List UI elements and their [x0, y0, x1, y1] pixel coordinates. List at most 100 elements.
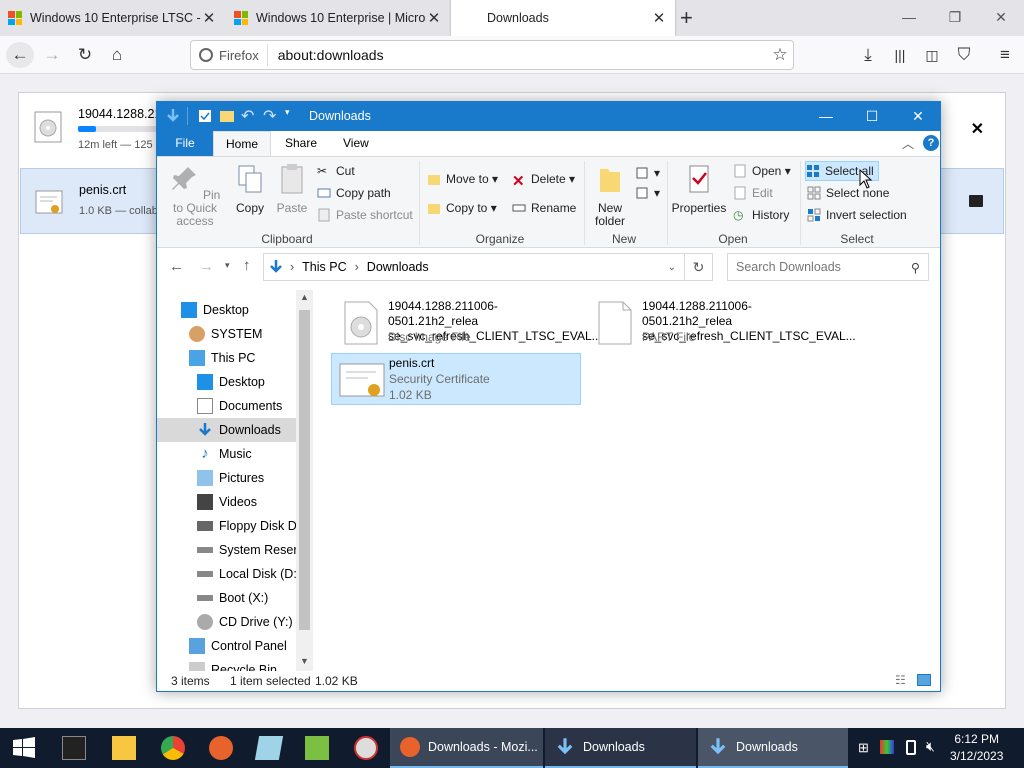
display-icon[interactable] [880, 740, 894, 754]
back-button[interactable]: ← [6, 42, 34, 68]
tab-home[interactable]: Home [213, 131, 272, 156]
file-item[interactable]: 19044.1288.211006-0501.21h2_relea se_svc_… [585, 297, 856, 349]
easy-access-button[interactable]: ▾ [635, 183, 660, 203]
task-explorer-downloads-1[interactable]: Downloads [545, 728, 696, 768]
file-item[interactable]: penis.crt Security Certificate 1.02 KB [331, 353, 581, 405]
open-button[interactable]: Open ▾ [733, 161, 791, 181]
file-item[interactable]: 19044.1288.211006-0501.21h2_relea se_svc_… [331, 297, 602, 349]
close-button[interactable]: ✕ [978, 0, 1024, 36]
paste-shortcut-button[interactable]: Paste shortcut [317, 205, 413, 225]
tree-item-control-panel[interactable]: Control Panel [189, 634, 287, 658]
tree-item-music[interactable]: ♪ Music [197, 442, 251, 466]
redo-icon[interactable]: ↷ [263, 106, 279, 125]
copy-button[interactable]: Copy [233, 163, 267, 215]
new-item-button[interactable]: ▾ [635, 163, 660, 183]
tree-item-system[interactable]: SYSTEM [189, 322, 262, 346]
task-explorer-downloads-2[interactable]: Downloads [698, 728, 848, 768]
tree-item-floppy[interactable]: Floppy Disk Dri [197, 514, 304, 538]
tree-item-this-pc[interactable]: This PC [189, 346, 255, 370]
invert-selection-button[interactable]: Invert selection [807, 205, 907, 225]
reload-button[interactable]: ↻ [71, 42, 99, 68]
new-folder-button[interactable]: New folder [589, 163, 631, 228]
delete-button[interactable]: ✕ Delete ▾ [512, 169, 575, 190]
close-tab-icon[interactable]: ✕ [651, 9, 667, 27]
history-button[interactable]: ◷ History [733, 205, 789, 225]
identity-box[interactable]: Firefox [191, 44, 268, 66]
tree-item-system-reserved[interactable]: System Reserve [197, 538, 311, 562]
battery-icon[interactable] [906, 740, 916, 755]
restore-button[interactable]: ❐ [932, 0, 978, 36]
new-folder-qa-icon[interactable] [219, 108, 235, 124]
tree-item-videos[interactable]: Videos [197, 490, 257, 514]
start-windows-icon[interactable] [12, 736, 36, 760]
help-icon[interactable]: ? [923, 135, 939, 151]
recent-locations-icon[interactable]: ▾ [225, 260, 230, 271]
close-tab-icon[interactable]: ✕ [201, 9, 217, 27]
copy-path-button[interactable]: Copy path [317, 183, 391, 203]
scroll-thumb[interactable] [299, 310, 310, 630]
url-text[interactable]: about:downloads [278, 47, 767, 63]
move-to-button[interactable]: Move to ▾ [427, 169, 498, 189]
scroll-up-icon[interactable]: ▲ [300, 292, 309, 302]
breadcrumb-downloads[interactable]: Downloads [367, 260, 429, 274]
tab-view[interactable]: View [331, 131, 381, 156]
tab-share[interactable]: Share [273, 131, 329, 156]
select-none-button[interactable]: Select none [807, 183, 889, 203]
properties-qa-icon[interactable] [197, 108, 213, 124]
undo-icon[interactable]: ↶ [241, 106, 257, 125]
tree-scrollbar[interactable]: ▲ ▼ [296, 290, 313, 671]
notepad-icon[interactable] [254, 736, 284, 760]
breadcrumb-this-pc[interactable]: This PC [302, 260, 346, 274]
tab-file[interactable]: File [157, 131, 213, 156]
menu-icon[interactable]: ≡ [991, 42, 1019, 68]
rename-button[interactable]: Rename [512, 198, 576, 218]
tree-item-local-disk-d[interactable]: Local Disk (D:) [197, 562, 301, 586]
task-firefox-downloads[interactable]: Downloads - Mozi... [390, 728, 543, 768]
forward-button[interactable]: → [38, 42, 66, 68]
tree-item-downloads[interactable]: Downloads [157, 418, 296, 442]
file-explorer-icon[interactable] [112, 736, 136, 760]
properties-button[interactable]: Properties [671, 163, 727, 215]
close-tab-icon[interactable]: ✕ [426, 9, 442, 27]
minimize-button[interactable]: — [803, 102, 849, 131]
browser-tab-1[interactable]: Windows 10 Enterprise LTSC - W ✕ [0, 0, 225, 36]
new-tab-button[interactable]: + [680, 5, 693, 31]
home-button[interactable]: ⌂ [103, 42, 131, 68]
back-arrow-icon[interactable]: ← [169, 258, 184, 275]
paste-button[interactable]: Paste [273, 163, 311, 215]
tree-item-boot-x[interactable]: Boot (X:) [197, 586, 268, 610]
address-bar[interactable]: › This PC › Downloads ⌄ [263, 253, 685, 281]
tree-item-desktop[interactable]: Desktop [197, 370, 265, 394]
forward-arrow-icon[interactable]: → [199, 258, 214, 275]
cut-button[interactable]: ✂ Cut [317, 161, 355, 181]
refresh-button[interactable]: ↻ [685, 253, 713, 281]
maximize-button[interactable]: ☐ [849, 102, 895, 131]
tree-item-recycle-bin[interactable]: Recycle Bin [189, 658, 277, 671]
network-icon[interactable]: ⊞ [858, 740, 869, 756]
tree-item-pictures[interactable]: Pictures [197, 466, 264, 490]
cmd-icon[interactable] [62, 736, 86, 760]
url-bar[interactable]: Firefox about:downloads ☆ [190, 40, 794, 70]
editor-icon[interactable] [305, 736, 329, 760]
close-button[interactable]: ✕ [895, 102, 941, 131]
browser-tab-downloads[interactable]: Downloads ✕ [451, 0, 675, 36]
firefox-icon[interactable] [209, 736, 233, 760]
bookmark-star-icon[interactable]: ☆ [767, 45, 793, 65]
edit-button[interactable]: Edit [733, 183, 773, 203]
address-dropdown-icon[interactable]: ⌄ [668, 262, 676, 273]
downloads-icon[interactable]: ⤓ [854, 42, 882, 68]
up-arrow-icon[interactable]: ↑ [243, 257, 251, 274]
open-folder-icon[interactable] [969, 195, 983, 207]
scroll-down-icon[interactable]: ▼ [300, 656, 309, 666]
customize-qa-icon[interactable]: ▾ [285, 107, 301, 123]
paint-icon[interactable] [354, 736, 378, 760]
shield-icon[interactable]: ⛉ [950, 42, 978, 68]
pin-quick-access-button[interactable]: Pin to Quick access [163, 163, 227, 228]
clock[interactable]: 6:12 PM 3/12/2023 [950, 731, 1003, 765]
copy-to-button[interactable]: Copy to ▾ [427, 198, 497, 218]
tree-item-cd-drive[interactable]: CD Drive (Y:) H [197, 610, 305, 634]
cancel-download-icon[interactable]: ✕ [971, 119, 984, 139]
browser-tab-2[interactable]: Windows 10 Enterprise | Micros ✕ [226, 0, 450, 36]
chrome-icon[interactable] [161, 736, 185, 760]
tree-item-desktop-root[interactable]: Desktop [181, 298, 249, 322]
